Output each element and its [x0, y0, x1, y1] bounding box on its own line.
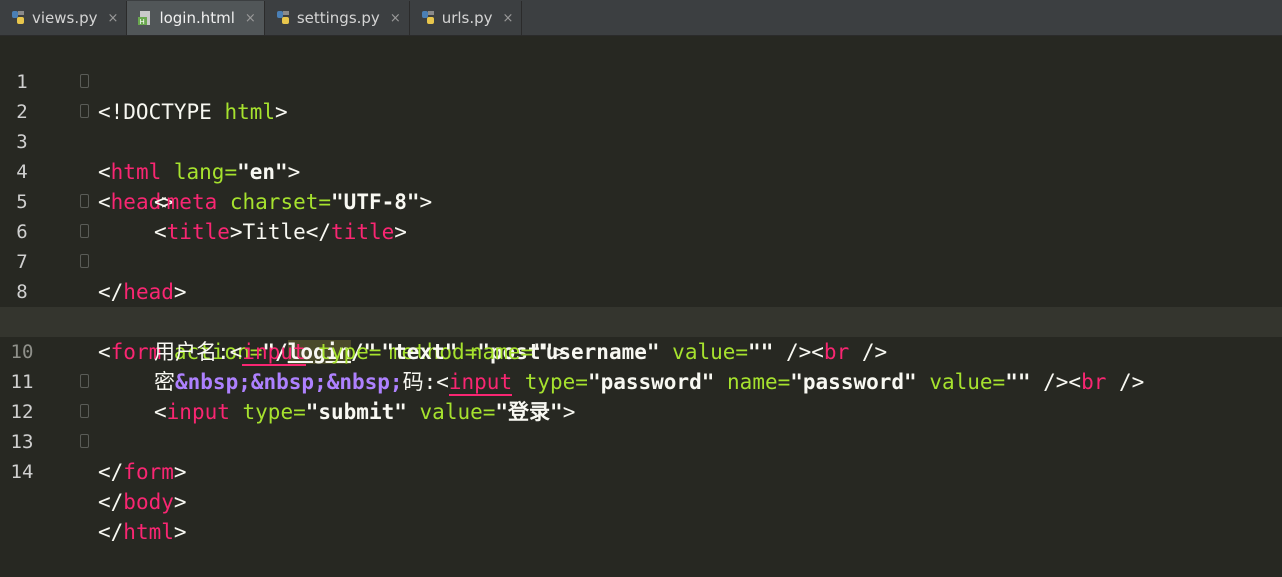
close-icon[interactable]: ×	[245, 11, 256, 26]
code-line[interactable]: 13 </body>	[0, 397, 1282, 427]
code-line[interactable]: 5 <title>Title</title>	[0, 157, 1282, 187]
code-line[interactable]: 3 <head>	[0, 97, 1282, 127]
fold-marker-icon[interactable]	[80, 224, 89, 238]
code-line[interactable]: 9 用户名:<input type="text" name="username"…	[0, 277, 1282, 307]
close-icon[interactable]: ×	[503, 11, 514, 26]
fold-marker-icon[interactable]	[80, 104, 89, 118]
html-file-icon: H	[137, 10, 153, 26]
code-line[interactable]: 14 </html>	[0, 427, 1282, 457]
code-line[interactable]: 7 <body>	[0, 217, 1282, 247]
tab-urls-py[interactable]: urls.py ×	[410, 1, 523, 35]
code-text: </html>	[98, 517, 187, 547]
tab-label: login.html	[159, 9, 234, 27]
python-file-icon	[275, 10, 291, 26]
code-line[interactable]: 2 <html lang="en">	[0, 67, 1282, 97]
code-line[interactable]: 11 <input type="submit" value="登录">	[0, 337, 1282, 367]
fold-marker-icon[interactable]	[80, 194, 89, 208]
tab-settings-py[interactable]: settings.py ×	[265, 1, 410, 35]
code-editor[interactable]: 1 <!DOCTYPE html> 2 <html lang="en"> 3 <…	[0, 37, 1282, 452]
svg-text:H: H	[140, 18, 145, 26]
fold-marker-icon[interactable]	[80, 404, 89, 418]
code-line[interactable]: 6 </head>	[0, 187, 1282, 217]
tab-label: settings.py	[297, 9, 380, 27]
editor-tab-bar: views.py × H login.html × settings.py × …	[0, 0, 1282, 36]
python-file-icon	[420, 10, 436, 26]
fold-marker-icon[interactable]	[80, 434, 89, 448]
tab-views-py[interactable]: views.py ×	[0, 1, 127, 35]
code-line[interactable]: 8 <form action="/login/" method="post">	[0, 247, 1282, 277]
tab-login-html[interactable]: H login.html ×	[127, 1, 264, 35]
python-file-icon	[10, 10, 26, 26]
code-text: </body>	[98, 487, 187, 517]
close-icon[interactable]: ×	[390, 11, 401, 26]
close-icon[interactable]: ×	[108, 11, 119, 26]
tab-label: views.py	[32, 9, 98, 27]
code-text: </form>	[98, 457, 187, 487]
code-line[interactable]: 1 <!DOCTYPE html>	[0, 37, 1282, 67]
code-line[interactable]: 4 <meta charset="UTF-8">	[0, 127, 1282, 157]
fold-marker-icon[interactable]	[80, 374, 89, 388]
fold-marker-icon[interactable]	[80, 74, 89, 88]
code-line[interactable]: 12 </form>	[0, 367, 1282, 397]
line-number: 14	[0, 457, 44, 487]
code-line-current[interactable]: 10 密&nbsp;&nbsp;&nbsp;码:<input type="pas…	[0, 307, 1282, 337]
tab-label: urls.py	[442, 9, 493, 27]
fold-marker-icon[interactable]	[80, 254, 89, 268]
